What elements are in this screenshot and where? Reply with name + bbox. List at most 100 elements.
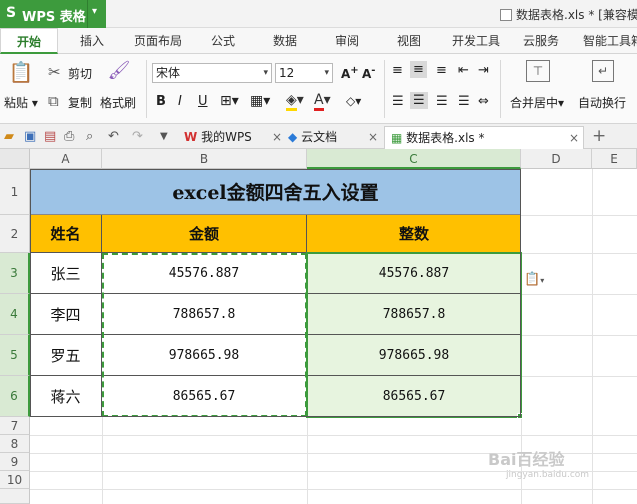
column-header-a[interactable]: A [30, 149, 102, 169]
header-amount-cell[interactable]: 金额 [102, 215, 307, 253]
spreadsheet-grid[interactable]: A B C D E 1 2 3 4 5 6 7 8 9 10 excel金额四舍… [0, 149, 637, 504]
save-icon[interactable]: ▣ [24, 129, 36, 144]
font-grow-button[interactable]: A+ [341, 65, 359, 81]
align-middle-icon[interactable]: ≡ [410, 61, 427, 78]
name-cell[interactable]: 张三 [30, 253, 102, 294]
wps-menu-button[interactable]: S WPS 表格 ▾ [0, 0, 106, 28]
row-header-8[interactable]: 8 [0, 435, 30, 453]
close-icon[interactable]: × [569, 127, 579, 149]
row-header-6[interactable]: 6 [0, 376, 30, 417]
align-right-icon[interactable]: ☰ [436, 94, 448, 109]
name-cell[interactable]: 蒋六 [30, 376, 102, 417]
fill-handle[interactable] [517, 413, 523, 419]
align-top-icon[interactable]: ≡ [392, 63, 403, 78]
add-tab-button[interactable]: + [592, 126, 606, 146]
tab-cloud[interactable]: 云服务 [516, 28, 566, 54]
tab-my-wps[interactable]: W 我的WPS × [184, 126, 284, 149]
tab-view[interactable]: 视图 [390, 28, 428, 54]
border-icon[interactable]: ⊞▾ [220, 93, 239, 109]
align-justify-icon[interactable]: ☰ [458, 94, 470, 109]
amount-cell[interactable]: 86565.67 [102, 376, 307, 417]
row-header-10[interactable]: 10 [0, 471, 30, 489]
sheet-title-cell[interactable]: excel金额四舍五入设置 [30, 169, 521, 215]
merge-border-icon[interactable]: ▦▾ [250, 93, 270, 109]
font-color-icon[interactable]: A▾ [314, 92, 331, 111]
header-integer-cell[interactable]: 整数 [307, 215, 521, 253]
amount-cell[interactable]: 788657.8 [102, 294, 307, 335]
name-cell[interactable]: 李四 [30, 294, 102, 335]
document-title: 数据表格.xls * [兼容模式] [500, 6, 637, 23]
row-header-11[interactable] [0, 489, 30, 504]
tab-data[interactable]: 数据 [266, 28, 304, 54]
name-cell[interactable]: 罗五 [30, 335, 102, 376]
integer-cell[interactable]: 86565.67 [307, 376, 521, 417]
close-icon[interactable]: × [368, 126, 378, 148]
brush-icon[interactable]: 🖌 [106, 60, 132, 86]
paste-button[interactable]: 粘贴 ▾ [4, 94, 38, 111]
tab-insert[interactable]: 插入 [72, 28, 112, 54]
integer-cell[interactable]: 45576.887 [307, 253, 521, 294]
fill-color-icon[interactable]: ◈▾ [286, 92, 304, 111]
align-left-icon[interactable]: ☰ [392, 94, 404, 109]
font-size-select[interactable]: 12 ▾ [275, 63, 333, 83]
row-header-1[interactable]: 1 [0, 169, 30, 215]
header-name-cell[interactable]: 姓名 [30, 215, 102, 253]
print-icon[interactable]: ⎙ [64, 129, 74, 144]
copy-icon[interactable]: ⧉ [48, 92, 59, 110]
close-icon[interactable]: × [272, 126, 282, 148]
amount-cell[interactable]: 978665.98 [102, 335, 307, 376]
merge-center-button[interactable]: 合并居中▾ [510, 94, 564, 111]
select-all-corner[interactable] [0, 149, 30, 169]
italic-icon[interactable]: I [178, 94, 182, 109]
tab-current-sheet[interactable]: ▦ 数据表格.xls * × [384, 126, 584, 149]
distributed-icon[interactable]: ⇔ [478, 94, 489, 109]
integer-cell[interactable]: 978665.98 [307, 335, 521, 376]
format-painter-button[interactable]: 格式刷 [100, 94, 136, 111]
cut-button[interactable]: 剪切 [68, 65, 92, 82]
undo-icon[interactable]: ↶ [108, 129, 119, 144]
watermark-url: jingyan.baidu.com [506, 470, 590, 480]
chevron-down-icon[interactable]: ▾ [92, 6, 97, 17]
tab-smart-tools[interactable]: 智能工具箱 [578, 28, 637, 54]
redo-icon[interactable]: ↷ [132, 129, 143, 144]
tab-developer[interactable]: 开发工具 [446, 28, 506, 54]
paste-options-icon[interactable]: 📋▾ [524, 272, 544, 287]
align-bottom-icon[interactable]: ≡ [436, 63, 447, 78]
tab-review[interactable]: 审阅 [328, 28, 366, 54]
tab-formulas[interactable]: 公式 [204, 28, 242, 54]
indent-decrease-icon[interactable]: ⇤ [458, 63, 469, 78]
row-header-7[interactable]: 7 [0, 417, 30, 435]
underline-icon[interactable]: U [198, 94, 208, 109]
wrap-text-button[interactable]: 自动换行 [578, 94, 626, 111]
preview-icon[interactable]: ⌕ [86, 129, 93, 144]
tab-home[interactable]: 开始 [0, 28, 58, 54]
row-header-2[interactable]: 2 [0, 215, 30, 253]
ribbon-tabs: 开始 插入 页面布局 公式 数据 审阅 视图 开发工具 云服务 智能工具箱 [0, 28, 637, 54]
row-header-9[interactable]: 9 [0, 453, 30, 471]
tab-page-layout[interactable]: 页面布局 [126, 28, 190, 54]
row-header-3[interactable]: 3 [0, 253, 30, 294]
align-center-icon[interactable]: ☰ [410, 92, 428, 109]
scissors-icon[interactable]: ✂ [48, 63, 61, 81]
wrap-icon[interactable]: ↵ [592, 60, 614, 82]
paste-icon[interactable]: 📋 [8, 60, 34, 86]
font-name-select[interactable]: 宋体 ▾ [152, 63, 272, 83]
open-folder-icon[interactable]: ▰ [4, 129, 14, 144]
column-header-c[interactable]: C [307, 149, 521, 169]
customize-toolbar-icon[interactable]: ▼ [160, 131, 168, 142]
indent-increase-icon[interactable]: ⇥ [478, 63, 489, 78]
bold-icon[interactable]: B [156, 94, 166, 109]
row-header-5[interactable]: 5 [0, 335, 30, 376]
amount-cell[interactable]: 45576.887 [102, 253, 307, 294]
copy-button[interactable]: 复制 [68, 94, 92, 111]
tab-cloud-doc[interactable]: ◆ 云文档 × [288, 126, 378, 149]
integer-cell[interactable]: 788657.8 [307, 294, 521, 335]
font-shrink-button[interactable]: A- [362, 65, 375, 81]
export-pdf-icon[interactable]: ▤ [44, 129, 56, 144]
column-header-e[interactable]: E [592, 149, 637, 169]
column-header-b[interactable]: B [102, 149, 307, 169]
clear-format-icon[interactable]: ◇▾ [346, 94, 361, 108]
column-header-d[interactable]: D [521, 149, 592, 169]
merge-icon[interactable]: ⊤ [526, 60, 550, 82]
row-header-4[interactable]: 4 [0, 294, 30, 335]
